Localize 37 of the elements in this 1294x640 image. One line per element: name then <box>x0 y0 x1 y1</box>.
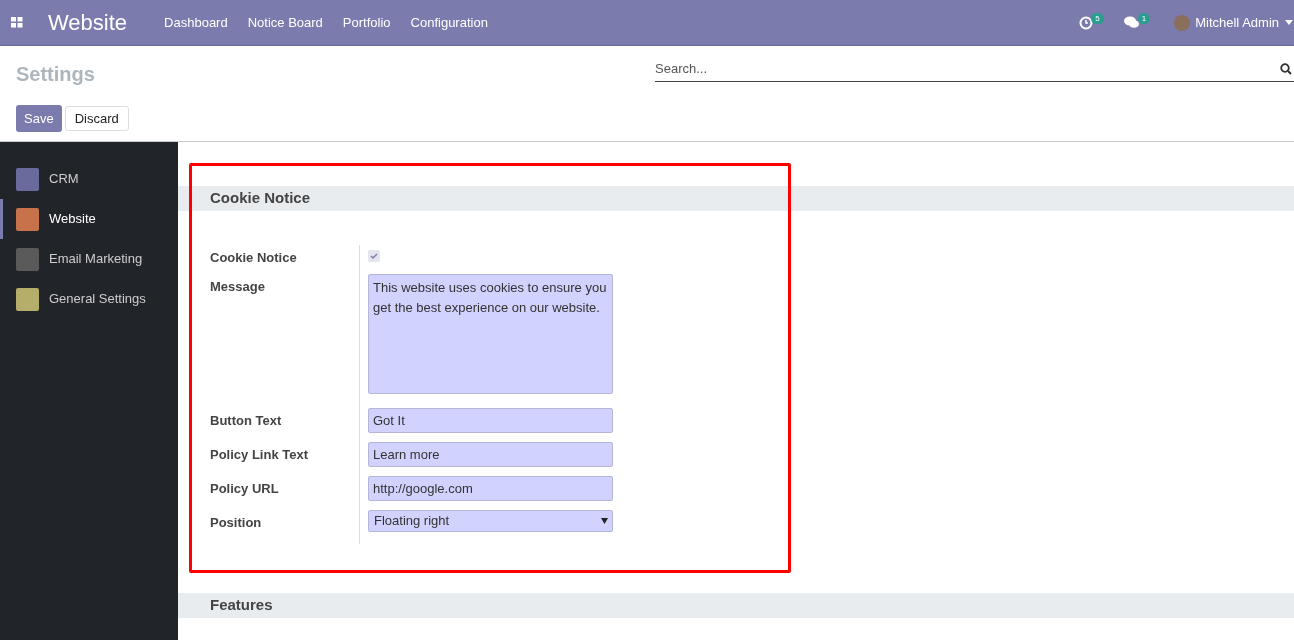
position-select[interactable]: Floating right <box>368 510 613 532</box>
check-icon <box>370 252 378 260</box>
field-label: Button Text <box>210 413 282 428</box>
save-button[interactable]: Save <box>16 105 62 132</box>
apps-grid-icon[interactable] <box>11 17 23 28</box>
discard-button[interactable]: Discard <box>64 106 129 131</box>
activity-badge: 5 <box>1091 13 1104 24</box>
input-field[interactable]: http://google.com <box>368 476 613 501</box>
dropdown-caret-icon <box>601 518 608 524</box>
input-field[interactable]: Got It <box>368 408 613 433</box>
field-label: Policy Link Text <box>210 447 308 462</box>
message-badge: 1 <box>1137 13 1151 24</box>
field-label: Cookie Notice <box>210 250 297 265</box>
field-label: Policy URL <box>210 481 279 496</box>
menu-item[interactable]: Notice Board <box>237 12 333 33</box>
sidebar-item[interactable]: Email Marketing <box>0 239 178 279</box>
app-title: Website <box>48 9 128 37</box>
sidebar-item[interactable]: General Settings <box>0 279 178 319</box>
sidebar-item[interactable]: CRM <box>0 159 178 199</box>
breadcrumb-title: Settings <box>16 62 95 87</box>
menu-item[interactable]: Configuration <box>400 12 498 33</box>
clock-icon[interactable] <box>1079 15 1094 30</box>
field-label: Message <box>210 279 265 294</box>
checkbox[interactable] <box>368 250 380 262</box>
menu-item[interactable]: Dashboard <box>154 12 238 33</box>
message-textarea[interactable]: This website uses cookies to ensure you get the best experience on our website. <box>368 274 613 394</box>
search-icon <box>1280 63 1292 75</box>
menu-item[interactable]: Portfolio <box>332 12 401 33</box>
field-label: Position <box>210 515 262 530</box>
caret-icon <box>1285 20 1293 25</box>
user-avatar <box>1174 14 1191 31</box>
search-input[interactable]: Search... <box>655 59 1280 79</box>
user-menu[interactable]: Mitchell Admin <box>1195 12 1279 33</box>
section-header: Cookie Notice <box>178 186 1294 211</box>
input-field[interactable]: Learn more <box>368 442 613 467</box>
chat-icon[interactable] <box>1123 16 1140 29</box>
section-header: Features <box>178 593 1294 618</box>
